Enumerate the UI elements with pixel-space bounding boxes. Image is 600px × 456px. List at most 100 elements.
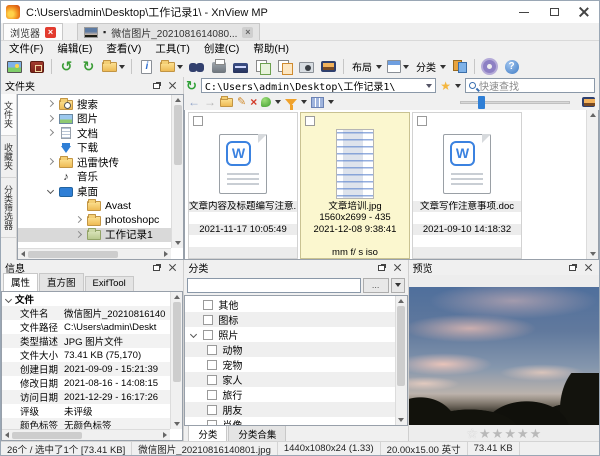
tab-close-icon[interactable]: × [242, 26, 254, 38]
rating-star-1-icon[interactable]: ★ [479, 426, 491, 442]
tree-item-music[interactable]: ♪ 音乐 [18, 170, 171, 185]
category-item-photos[interactable]: 照片 [185, 327, 394, 342]
scroll-left-icon[interactable] [5, 432, 9, 438]
display-icon[interactable] [582, 97, 596, 107]
scroll-down-icon[interactable] [589, 252, 596, 256]
filter-funnel-icon[interactable] [285, 98, 298, 112]
convert-button[interactable] [253, 57, 272, 76]
category-vertical-scrollbar[interactable] [394, 296, 407, 425]
category-checkbox[interactable] [207, 344, 218, 355]
scroll-up-icon[interactable] [173, 295, 180, 299]
fullscreen-button[interactable] [27, 57, 46, 76]
side-tab-folders[interactable]: 文件夹 [1, 94, 16, 136]
item-checkbox[interactable] [417, 116, 427, 126]
close-panel-button[interactable] [166, 80, 179, 91]
path-combobox[interactable]: C:\Users\admin\Desktop\工作记录1\ [200, 78, 437, 93]
category-item-other[interactable]: 其他 [185, 297, 394, 312]
menu-edit[interactable]: 编辑(E) [57, 41, 92, 56]
tree-item-documents[interactable]: 文档 [18, 126, 171, 141]
tab-close-icon[interactable]: × [45, 26, 56, 38]
tab-image[interactable]: ▪ 微信图片_2021081614080... × [77, 23, 261, 40]
scrollbar-thumb[interactable] [397, 306, 406, 386]
category-item-travel[interactable]: 旅行 [185, 387, 394, 402]
refresh-icon[interactable]: ↻ [186, 79, 197, 92]
scroll-down-icon[interactable] [398, 418, 405, 422]
info-vertical-scrollbar[interactable] [170, 292, 183, 429]
settings-button[interactable] [480, 57, 499, 76]
category-checkbox[interactable] [207, 359, 218, 370]
scroll-down-icon[interactable] [174, 241, 181, 245]
tree-item-thunder[interactable]: 迅雷快传 [18, 155, 171, 170]
rating-star-2-icon[interactable]: ★ [492, 426, 504, 442]
file-item-doc1[interactable]: W 文章内容及标题编写注意... 2021-11-17 10:05:49 [188, 112, 298, 259]
thumbnail-size-slider[interactable] [460, 95, 571, 109]
category-item-pets[interactable]: 宠物 [185, 357, 394, 372]
scrollbar-thumb[interactable] [12, 431, 82, 439]
delete-button[interactable]: × [250, 96, 257, 108]
quick-search-input[interactable]: 快速查找 [465, 78, 595, 93]
side-tab-favorites[interactable]: 收藏夹 [1, 136, 16, 178]
close-panel-button[interactable] [166, 262, 179, 273]
rating-star-3-icon[interactable]: ★ [504, 426, 516, 442]
tree-item-desktop[interactable]: 桌面 [18, 184, 171, 199]
category-filter-input[interactable] [187, 277, 361, 293]
tab-properties[interactable]: 属性 [3, 273, 39, 291]
float-panel-button[interactable] [150, 262, 163, 273]
tree-item-downloads[interactable]: 下载 [18, 141, 171, 156]
category-item-icons[interactable]: 图标 [185, 312, 395, 327]
scroll-down-icon[interactable] [173, 422, 180, 426]
tree-item-avast[interactable]: Avast [18, 199, 171, 214]
collapse-icon[interactable] [189, 330, 198, 340]
menu-help[interactable]: 帮助(H) [253, 41, 289, 56]
info-horizontal-scrollbar[interactable] [2, 429, 171, 440]
close-panel-button[interactable] [582, 262, 595, 273]
scroll-right-icon[interactable] [164, 251, 168, 257]
view-mode-button[interactable] [311, 96, 325, 108]
category-item-animals[interactable]: 动物 [185, 342, 395, 357]
slideshow-button[interactable] [319, 57, 338, 76]
tree-item-work-record[interactable]: 工作记录1 [18, 227, 171, 242]
thumbs-vertical-scrollbar[interactable] [586, 110, 598, 259]
expand-icon[interactable] [46, 114, 55, 124]
back-button[interactable]: ← [188, 96, 200, 108]
expand-icon[interactable] [46, 157, 55, 167]
compare-button[interactable] [450, 57, 469, 76]
minimize-button[interactable] [509, 1, 539, 23]
parent-folder-button[interactable] [220, 95, 233, 107]
slider-handle[interactable] [477, 96, 485, 109]
calendar-dropdown[interactable] [386, 57, 410, 76]
favorites-caret-icon[interactable] [455, 83, 461, 88]
favorites-star-icon[interactable]: ★ [440, 80, 451, 92]
close-button[interactable] [569, 1, 599, 23]
view-image-button[interactable] [5, 57, 24, 76]
print-button[interactable] [209, 57, 228, 76]
forward-button[interactable]: → [204, 96, 216, 108]
category-more-button[interactable]: ... [362, 277, 389, 293]
tree-item-photoshop[interactable]: photoshopc [18, 213, 171, 228]
info-section-file[interactable]: 文件 [2, 292, 171, 306]
rotate-left-button[interactable]: ↺ [57, 57, 76, 76]
file-item-image[interactable]: 文章培训.jpg 1560x2699 - 435 2021-12-08 9:38… [300, 112, 410, 259]
float-panel-button[interactable] [566, 262, 579, 273]
category-dropdown[interactable]: 分类 [413, 57, 447, 76]
category-checkbox[interactable] [207, 419, 218, 425]
side-tab-category-filter[interactable]: 分类筛选器 [1, 178, 16, 238]
category-dropdown-button[interactable] [390, 277, 405, 293]
expand-icon[interactable] [46, 99, 55, 109]
open-with-button[interactable] [159, 57, 184, 76]
scrollbar-thumb[interactable] [172, 302, 181, 382]
tree-item-search[interactable]: 搜索 [18, 97, 171, 112]
search-button[interactable] [187, 57, 206, 76]
sort-caret-icon[interactable] [275, 100, 282, 104]
sort-button[interactable] [261, 97, 272, 107]
rename-button[interactable]: ✎ [237, 96, 246, 108]
scroll-up-icon[interactable] [398, 299, 405, 303]
category-item-family[interactable]: 家人 [185, 372, 395, 387]
category-item-friends[interactable]: 朋友 [185, 402, 395, 417]
info-button[interactable] [137, 57, 156, 76]
scroll-right-icon[interactable] [163, 432, 168, 438]
category-checkbox[interactable] [207, 404, 218, 415]
category-checkbox[interactable] [203, 314, 214, 325]
menu-file[interactable]: 文件(F) [9, 41, 43, 56]
tab-browser[interactable]: 浏览器 × [3, 23, 63, 40]
